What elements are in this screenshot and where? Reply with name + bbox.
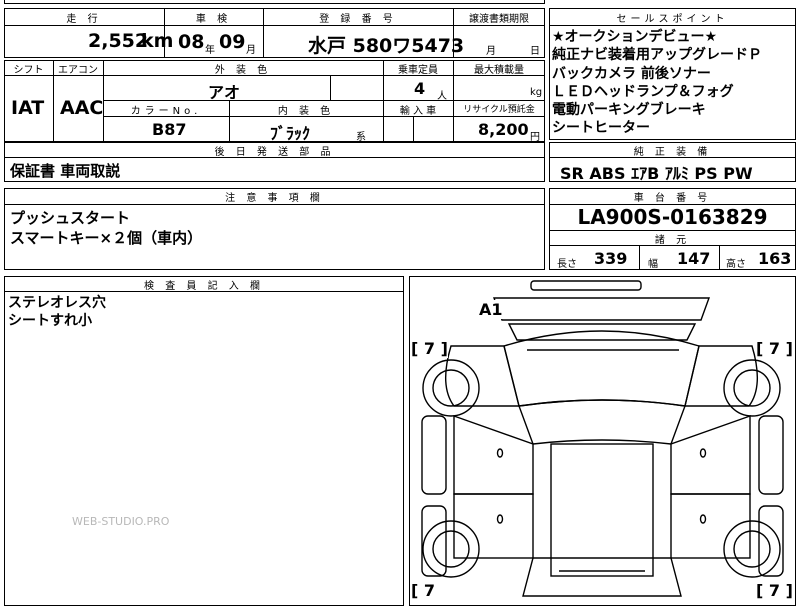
exterior-color-header: 外 装 色: [214, 65, 272, 76]
tire-mark-rear-left: [ 7: [411, 581, 436, 600]
max-load-header: 最大積載量: [474, 65, 524, 76]
selling-point-line: ＬＥＤヘッドランプ＆フォグ: [552, 83, 734, 100]
interior-color-value: ﾌﾞﾗｯｸ: [270, 124, 311, 143]
chassis-header: 車 台 番 号: [633, 193, 712, 204]
car-diagram-sketch: [421, 280, 784, 597]
later-parts-header: 後 日 発 送 部 品: [214, 147, 335, 158]
mileage-unit: km: [141, 30, 174, 52]
tire-mark-front-left: [ 7 ]: [411, 339, 448, 358]
inspection-year: 08: [178, 31, 205, 53]
watermark: WEB-STUDIO.PRO: [72, 515, 170, 528]
notes-list: プッシュスタート スマートキー×２個（車内）: [10, 208, 202, 248]
inspection-month: 09: [219, 31, 246, 53]
width-value: 147: [677, 249, 711, 268]
inspector-list: ステレオレス穴 シートすれ小: [8, 294, 106, 330]
capacity-unit: 人: [437, 91, 447, 102]
damage-mark-a1: A1: [477, 300, 505, 319]
top-cut-row: [4, 0, 545, 4]
selling-point-line: 純正ナビ装着用アップグレードＰ: [552, 47, 762, 64]
note-line: プッシュスタート: [10, 209, 131, 227]
selling-point-line: ★オークションデビュー★: [552, 29, 718, 45]
recycle-header: リサイクル預託金: [463, 105, 535, 115]
length-value: 339: [594, 249, 628, 268]
mileage-header: 走 行: [66, 14, 102, 25]
capacity-value: 4: [414, 79, 426, 98]
inspection-year-unit: 年: [205, 45, 215, 56]
inspector-header: 検 査 員 記 入 欄: [144, 281, 264, 292]
notes-header: 注 意 事 項 欄: [225, 193, 324, 204]
height-label: 高さ: [726, 259, 746, 270]
inspection-header: 車 検: [195, 14, 232, 25]
inspection-month-unit: 月: [246, 45, 256, 56]
aircon-value: AAC: [60, 97, 104, 119]
recycle-value: 8,200: [478, 120, 529, 139]
transfer-month-unit: 月: [486, 46, 496, 57]
length-label: 長さ: [557, 259, 577, 270]
selling-point-line: 電動パーキングブレーキ: [552, 102, 706, 119]
note-line: スマートキー×２個（車内）: [10, 229, 203, 247]
genuine-equipment-value: SR ABS ｴｱB ｱﾙﾐ PS PW: [560, 164, 753, 183]
color-no-value: B87: [152, 120, 187, 139]
import-header: 輸 入 車: [399, 106, 437, 117]
interior-color-header: 内 装 色: [277, 106, 335, 117]
tire-mark-rear-right: [ 7 ]: [756, 581, 793, 600]
registration-header: 登 録 番 号: [319, 14, 397, 25]
height-value: 163: [758, 249, 792, 268]
genuine-equipment-header: 純 正 装 備: [633, 147, 712, 158]
capacity-header: 乗車定員: [398, 65, 438, 76]
shift-header: シフト: [13, 65, 44, 76]
aircon-header: エアコン: [58, 65, 98, 76]
width-label: 幅: [648, 259, 658, 270]
recycle-unit: 円: [530, 132, 540, 143]
selling-points-header: セールスポイント: [616, 14, 729, 25]
selling-point-line: シートヒーター: [552, 120, 650, 137]
mileage-value: 2,552: [88, 30, 149, 52]
color-no-header: カラーNo.: [130, 106, 202, 117]
inspector-line: ステレオレス穴: [8, 295, 106, 311]
inspector-line: シートすれ小: [8, 313, 92, 329]
interior-suffix: 系: [356, 132, 366, 143]
transfer-day-unit: 日: [530, 46, 540, 57]
shift-value: IAT: [11, 97, 45, 119]
exterior-color-value: アオ: [208, 83, 241, 102]
chassis-number: LA900S-0163829: [577, 205, 768, 229]
max-load-unit: kg: [530, 87, 543, 98]
transfer-header: 譲渡書類期限: [469, 14, 529, 25]
specs-header: 諸 元: [654, 235, 691, 246]
selling-points-list: ★オークションデビュー★ 純正ナビ装着用アップグレードＰ バックカメラ 前後ソナ…: [552, 28, 762, 138]
registration-value: 水戸 580ワ5473: [308, 35, 465, 57]
tire-mark-front-right: [ 7 ]: [756, 339, 793, 358]
later-parts-value: 保証書 車両取説: [10, 162, 121, 180]
selling-point-line: バックカメラ 前後ソナー: [552, 65, 711, 82]
